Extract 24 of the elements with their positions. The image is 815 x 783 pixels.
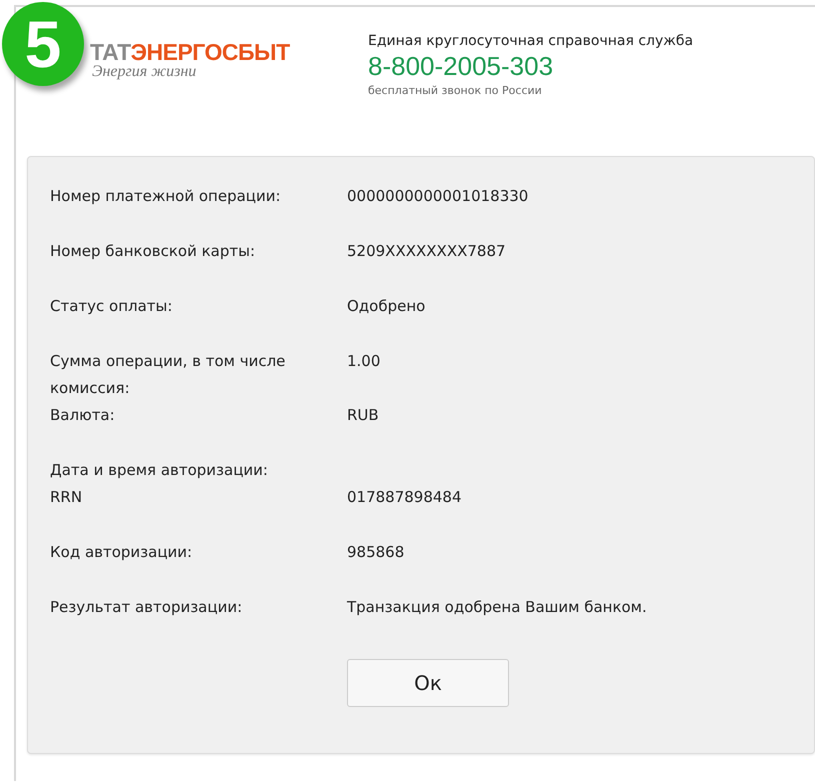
hotline-title: Единая круглосуточная справочная служба — [368, 33, 694, 49]
detail-value: RUB — [347, 405, 379, 426]
logo-wordmark: ТАТЭНЕРГОСБЫТ — [90, 39, 291, 65]
detail-value: 017887898484 — [347, 487, 462, 508]
detail-value: 985868 — [347, 542, 404, 563]
detail-label: Номер банковской карты: — [50, 241, 256, 262]
hotline-phone: 8-800-2005-303 — [368, 51, 554, 82]
detail-value: 5209XXXXXXXX7887 — [347, 241, 506, 262]
detail-label: Валюта: — [50, 405, 116, 426]
detail-label: Результат авторизации: — [50, 597, 244, 618]
detail-label: Статус оплаты: — [50, 296, 174, 317]
detail-label: Код авторизации: — [50, 542, 194, 563]
step-badge: 5 — [2, 2, 84, 86]
detail-label: Дата и время авторизации: — [50, 460, 269, 481]
detail-label: Сумма операции, в том числе комиссия: — [50, 351, 286, 399]
detail-value: Одобрено — [347, 296, 426, 317]
detail-value: Транзакция одобрена Вашим банком. — [347, 597, 647, 618]
detail-value: 0000000000001018330 — [347, 186, 528, 207]
detail-label: RRN — [50, 487, 84, 508]
ok-button[interactable]: Ок — [347, 659, 509, 707]
hotline-note: бесплатный звонок по России — [368, 84, 543, 97]
detail-label: Номер платежной операции: — [50, 186, 282, 207]
detail-value: 1.00 — [347, 351, 380, 372]
logo-tagline: Энергия жизни — [92, 63, 198, 81]
